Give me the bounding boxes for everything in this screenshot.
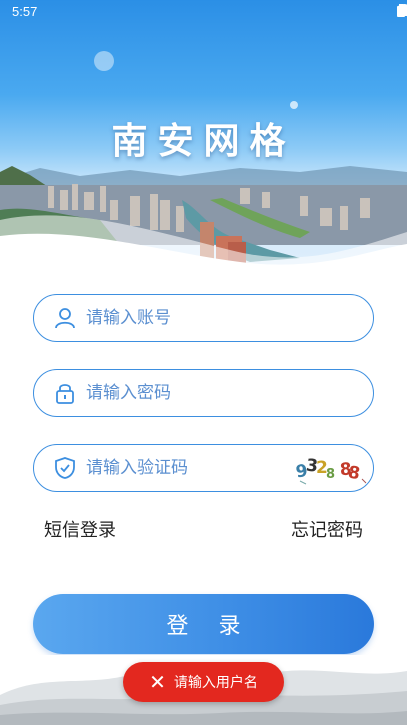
username-input[interactable] [86, 305, 286, 331]
login-button[interactable]: 登录 [33, 594, 374, 654]
captcha-image[interactable]: 9 3 2 8 8 8 [292, 451, 372, 485]
forgot-password-link[interactable]: 忘记密码 [291, 516, 363, 542]
toast-message: 请输入用户名 [173, 675, 258, 691]
password-input[interactable] [86, 380, 286, 406]
error-toast: ✕ 请输入用户名 [123, 662, 284, 702]
close-icon: ✕ [149, 670, 166, 694]
battery-icon [397, 4, 405, 17]
password-field[interactable] [33, 369, 374, 417]
app-title: 南安网格 [111, 120, 296, 162]
header-banner: 5:57 南安网格 [0, 0, 407, 270]
sms-login-link[interactable]: 短信登录 [44, 516, 116, 542]
svg-text:8: 8 [326, 467, 335, 482]
status-time: 5:57 [12, 4, 38, 19]
shield-check-icon [55, 457, 75, 479]
status-bar: 5:57 [0, 0, 407, 24]
username-field[interactable] [33, 294, 374, 342]
captcha-input[interactable] [86, 455, 286, 481]
lock-icon [56, 384, 74, 404]
captcha-field[interactable]: 9 3 2 8 8 8 [33, 444, 374, 492]
user-icon [55, 308, 75, 329]
login-screen: 5:57 南安网格 请输入账号 请输入验证码 9 3 2 8 8 8 短信登录 … [0, 0, 407, 725]
svg-text:8: 8 [346, 462, 361, 484]
